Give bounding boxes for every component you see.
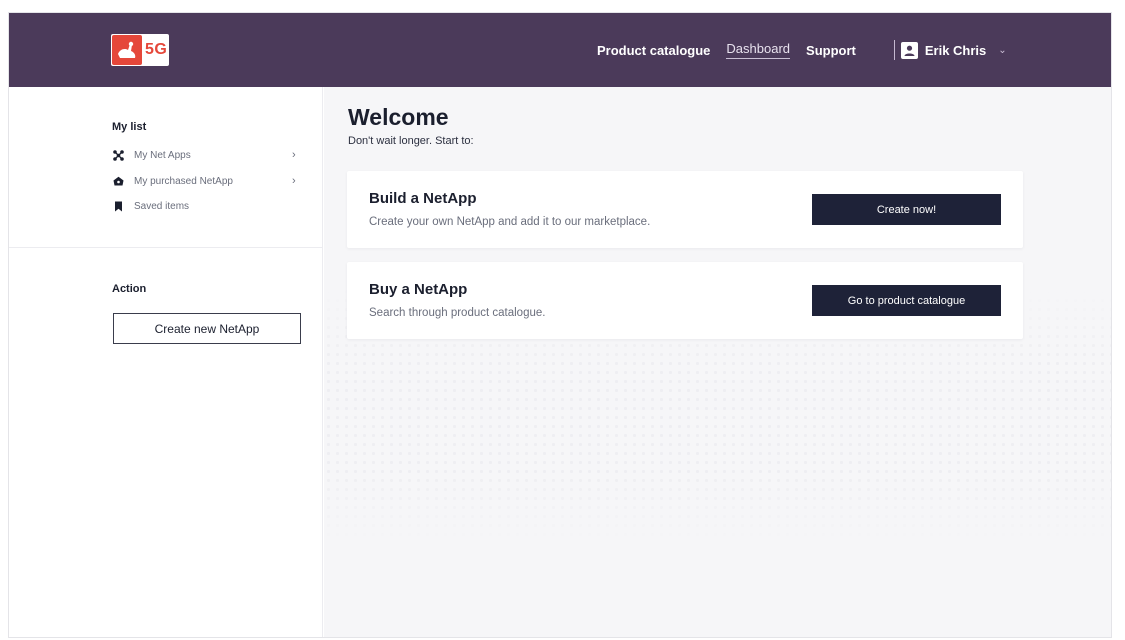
sidebar: My list My Net Apps › My purchased NetAp… [9, 87, 323, 637]
sidebar-item-my-purchased-netapp[interactable]: My purchased NetApp › [112, 172, 312, 190]
user-avatar-icon [900, 41, 918, 59]
network-icon [112, 149, 124, 161]
sidebar-item-label: My Net Apps [134, 149, 191, 161]
user-name: Erik Chris [924, 42, 987, 58]
chevron-down-icon: ⌄ [998, 44, 1007, 56]
card-description: Create your own NetApp and add it to our… [369, 216, 651, 228]
brand-logo[interactable]: 5G [111, 34, 169, 66]
card-description: Search through product catalogue. [369, 307, 546, 319]
chevron-right-icon: › [292, 149, 296, 161]
sidebar-item-label: My purchased NetApp [134, 175, 233, 187]
top-nav: Product catalogue Dashboard Support Erik… [597, 13, 1007, 87]
chevron-right-icon: › [292, 175, 296, 187]
create-new-netapp-button[interactable]: Create new NetApp [113, 313, 301, 344]
create-now-button[interactable]: Create now! [812, 194, 1001, 225]
page-title: Welcome [348, 104, 449, 130]
sidebar-item-saved-items[interactable]: Saved items [112, 197, 312, 215]
build-netapp-card: Build a NetApp Create your own NetApp an… [347, 171, 1023, 248]
nav-divider [893, 40, 895, 60]
card-title: Build a NetApp [369, 190, 477, 207]
sidebar-item-label: Saved items [134, 200, 190, 212]
page-subtitle: Don't wait longer. Start to: [348, 135, 474, 147]
logo-mark-icon [112, 35, 142, 65]
nav-support[interactable]: Support [806, 43, 856, 58]
card-title: Buy a NetApp [369, 281, 468, 298]
buy-netapp-card: Buy a NetApp Search through product cata… [347, 262, 1023, 339]
main-content: Welcome Don't wait longer. Start to: Bui… [324, 87, 1111, 637]
logo-text: 5G [145, 41, 168, 58]
bookmark-icon [112, 200, 124, 212]
action-title: Action [112, 283, 147, 295]
sidebar-divider [9, 247, 323, 248]
app-window: 5G Product catalogue Dashboard Support E… [8, 12, 1112, 638]
cart-icon [112, 175, 124, 187]
sidebar-item-my-net-apps[interactable]: My Net Apps › [112, 146, 312, 164]
top-header: 5G Product catalogue Dashboard Support E… [9, 13, 1111, 87]
my-list-title: My list [112, 121, 147, 133]
nav-product-catalogue[interactable]: Product catalogue [597, 43, 710, 58]
nav-dashboard[interactable]: Dashboard [726, 41, 791, 59]
user-menu[interactable]: Erik Chris ⌄ [900, 41, 1007, 59]
go-to-product-catalogue-button[interactable]: Go to product catalogue [812, 285, 1001, 316]
